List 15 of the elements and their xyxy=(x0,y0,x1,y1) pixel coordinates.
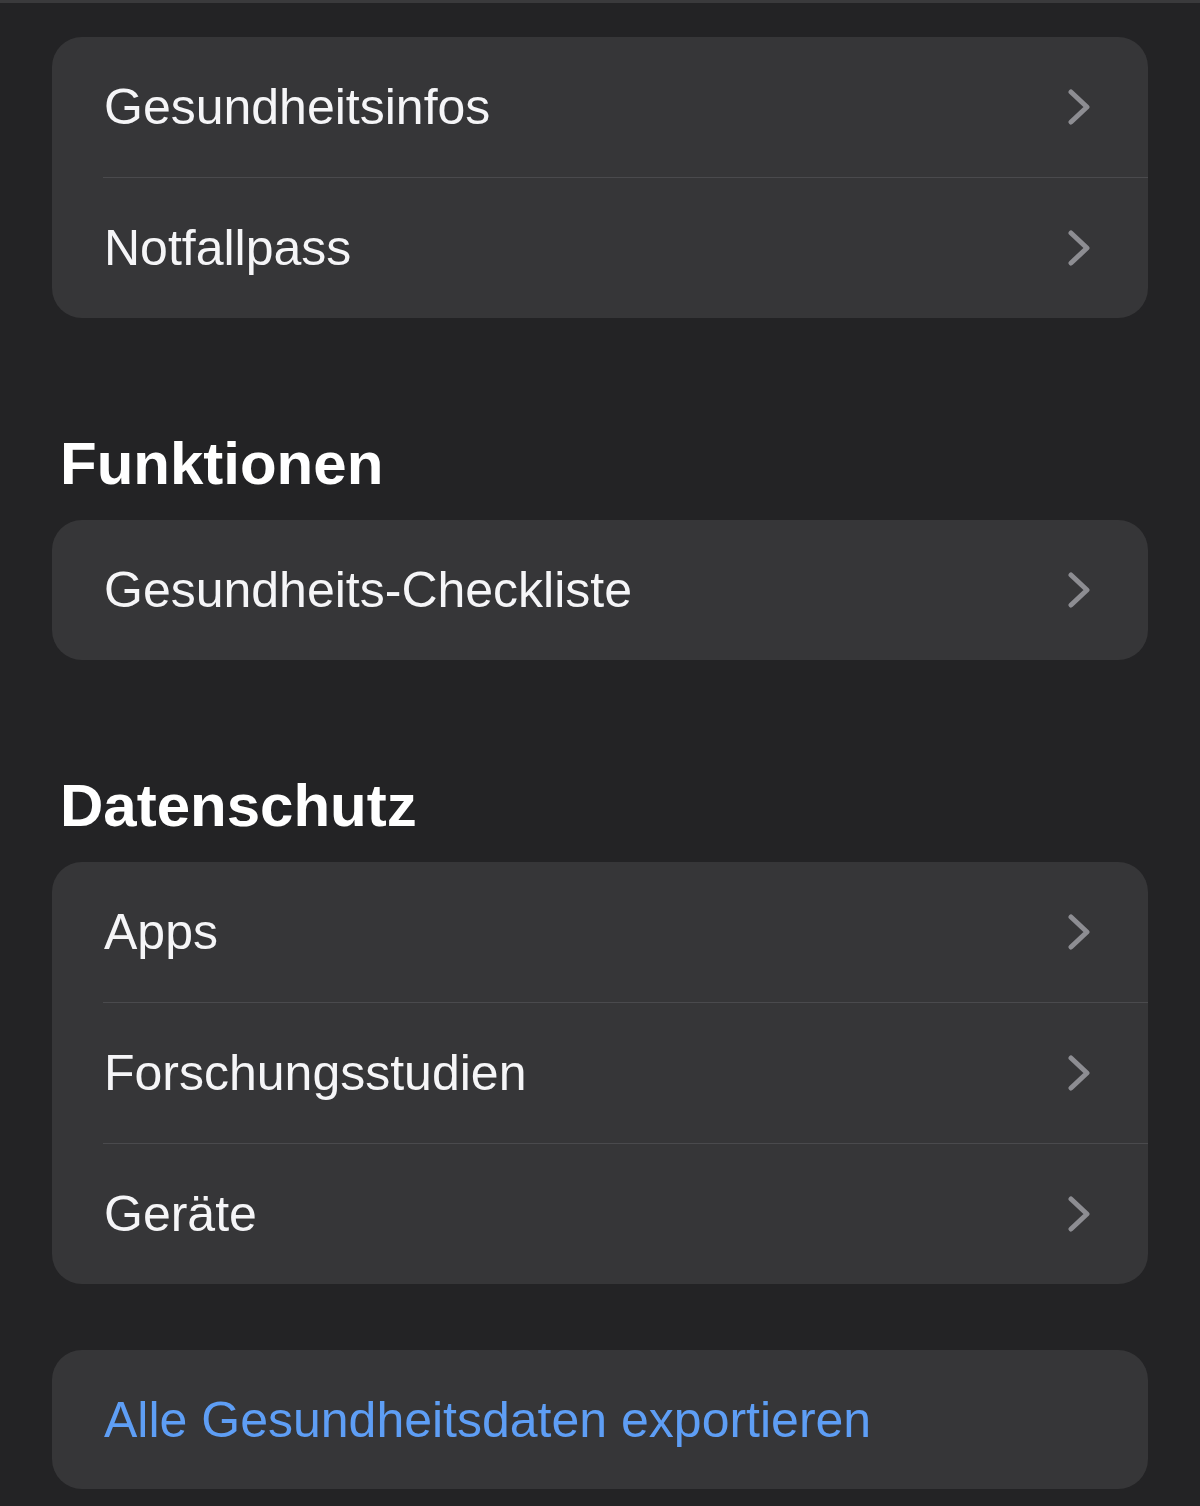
section-heading: Funktionen xyxy=(59,434,385,494)
chevron-right-icon xyxy=(1068,1196,1090,1232)
chevron-right-icon xyxy=(1068,230,1090,266)
chevron-right-icon xyxy=(1068,914,1090,950)
section-heading: Datenschutz xyxy=(59,776,418,836)
chevron-right-icon xyxy=(1068,1055,1090,1091)
list-item[interactable]: Forschungsstudien xyxy=(52,1003,1148,1143)
list-item[interactable]: Apps xyxy=(52,862,1148,1002)
list-item[interactable]: Notfallpass xyxy=(52,178,1148,318)
list-item[interactable]: Gesundheitsinfos xyxy=(52,37,1148,177)
list-item[interactable]: Geräte xyxy=(52,1144,1148,1284)
action-item[interactable]: Alle Gesundheitsdaten exportieren xyxy=(52,1350,1148,1489)
chevron-right-icon xyxy=(1068,572,1090,608)
list-item[interactable]: Gesundheits-Checkliste xyxy=(52,520,1148,660)
chevron-right-icon xyxy=(1068,89,1090,125)
